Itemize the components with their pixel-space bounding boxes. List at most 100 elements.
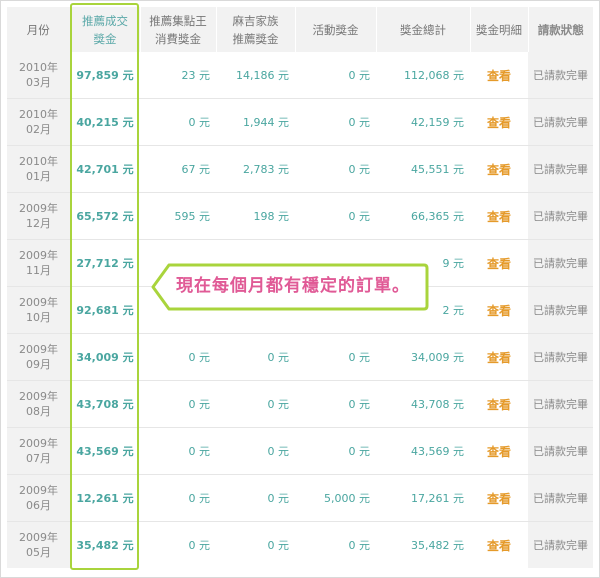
month-text: 03月 [26, 76, 51, 89]
year-text: 2010年 [19, 108, 58, 121]
family-bonus-cell: 14,186 元 [236, 69, 289, 82]
event-bonus-cell: 0 元 [348, 69, 371, 82]
referral-bonus-cell: 92,681 元 [70, 286, 140, 334]
col-header-referral-line1: 推薦成交 [82, 13, 128, 28]
view-detail-link[interactable]: 查看 [470, 333, 528, 381]
year-text: 2009年 [19, 296, 58, 309]
family-bonus-cell: 0 元 [216, 333, 295, 381]
view-detail-link[interactable]: 查看 [470, 239, 528, 287]
callout-text: 現在每個月都有穩定的訂單。 [176, 276, 410, 296]
family-bonus-cell: 0 元 [216, 474, 295, 522]
col-header-month: 月份 [7, 7, 70, 52]
points-bonus-cell: 0 元 [140, 98, 216, 146]
year-text: 2009年 [19, 202, 58, 215]
status-cell: 已請款完畢 [528, 192, 593, 240]
table-row: 2009年 07月 43,569 元 0 元 0 元 0 元 43,569 元 查… [7, 427, 593, 475]
referral-bonus-cell: 12,261 元 [70, 474, 140, 522]
annotation-callout: 現在每個月都有穩定的訂單。 [149, 259, 430, 315]
col-header-points-bonus: 推薦集點王 消費獎金 [139, 7, 216, 52]
month-text: 09月 [26, 358, 51, 371]
status-cell: 已請款完畢 [528, 333, 593, 381]
points-bonus-cell: 23 元 [181, 69, 211, 82]
month-text: 08月 [26, 405, 51, 418]
points-bonus-cell: 0 元 [140, 333, 216, 381]
month-cell: 2009年 12月 [7, 192, 70, 240]
month-text: 01月 [26, 170, 51, 183]
view-detail-link[interactable]: 查看 [470, 52, 528, 99]
view-detail-link[interactable]: 查看 [470, 427, 528, 475]
total-bonus-cell: 17,261 元 [376, 474, 470, 522]
view-detail-link[interactable]: 查看 [470, 474, 528, 522]
col-header-family-line1: 麻吉家族 [232, 13, 279, 28]
table-row: 2009年 05月 35,482 元 0 元 0 元 0 元 35,482 元 查… [7, 521, 593, 568]
referral-bonus-cell: 65,572 元 [70, 192, 140, 240]
status-cell: 已請款完畢 [528, 474, 593, 522]
event-bonus-cell: 0 元 [295, 380, 376, 428]
month-text: 07月 [26, 452, 51, 465]
points-bonus-cell: 0 元 [140, 521, 216, 568]
month-text: 10月 [26, 311, 51, 324]
col-header-detail: 獎金明細 [469, 7, 528, 52]
status-cell: 已請款完畢 [528, 380, 593, 428]
event-bonus-cell: 0 元 [295, 521, 376, 568]
year-text: 2010年 [19, 61, 58, 74]
col-header-status: 請款狀態 [527, 7, 593, 52]
total-bonus-cell: 34,009 元 [376, 333, 470, 381]
family-bonus-cell: 0 元 [216, 427, 295, 475]
event-bonus-cell: 0 元 [295, 98, 376, 146]
view-detail-link[interactable]: 查看 [470, 380, 528, 428]
family-bonus-cell: 1,944 元 [216, 98, 295, 146]
month-text: 05月 [26, 546, 51, 559]
referral-bonus-cell: 35,482 元 [70, 521, 140, 568]
event-bonus-cell: 0 元 [295, 427, 376, 475]
total-bonus-cell: 112,068 元 [404, 69, 464, 82]
month-cell: 2009年 08月 [7, 380, 70, 428]
col-header-total: 獎金總計 [375, 7, 470, 52]
view-detail-link[interactable]: 查看 [470, 98, 528, 146]
year-text: 2009年 [19, 531, 58, 544]
col-header-referral-line2: 獎金 [93, 31, 117, 46]
table-row: 2010年 01月 42,701 元 67 元 2,783 元 0 元 45,55… [7, 145, 593, 193]
month-cell: 2009年 09月 [7, 333, 70, 381]
month-cell: 2010年 03月 [7, 52, 70, 99]
table-row: 2009年 08月 43,708 元 0 元 0 元 0 元 43,708 元 查… [7, 380, 593, 428]
col-header-points-line2: 消費獎金 [155, 31, 201, 46]
points-bonus-cell: 0 元 [140, 474, 216, 522]
col-header-family-bonus: 麻吉家族 推薦獎金 [215, 7, 295, 52]
status-cell: 已請款完畢 [528, 521, 593, 568]
month-cell: 2009年 06月 [7, 474, 70, 522]
col-header-family-line2: 推薦獎金 [232, 31, 279, 46]
table-row: 2009年 12月 65,572 元 595 元 198 元 0 元 66,365… [7, 192, 593, 240]
referral-bonus-cell: 40,215 元 [70, 98, 140, 146]
month-cell: 2009年 07月 [7, 427, 70, 475]
month-cell: 2009年 10月 [7, 286, 70, 334]
year-text: 2009年 [19, 484, 58, 497]
referral-bonus-cell: 97,859 元 [76, 69, 134, 82]
col-header-event-bonus: 活動獎金 [294, 7, 376, 52]
event-bonus-cell: 0 元 [295, 192, 376, 240]
table-row: 2010年 02月 40,215 元 0 元 1,944 元 0 元 42,159… [7, 98, 593, 146]
table-header-row: 月份 推薦成交 獎金 推薦集點王 消費獎金 麻吉家族 推薦獎金 活動獎金 獎金總… [7, 7, 593, 52]
view-detail-link[interactable]: 查看 [470, 192, 528, 240]
referral-bonus-cell: 34,009 元 [70, 333, 140, 381]
month-cell: 2009年 11月 [7, 239, 70, 287]
table-row: 2009年 06月 12,261 元 0 元 0 元 5,000 元 17,261… [7, 474, 593, 522]
month-cell: 2010年 01月 [7, 145, 70, 193]
points-bonus-cell: 595 元 [140, 192, 216, 240]
col-header-referral-bonus: 推薦成交 獎金 [69, 7, 140, 52]
view-detail-link[interactable]: 查看 [470, 145, 528, 193]
view-detail-link[interactable]: 查看 [470, 521, 528, 568]
points-bonus-cell: 0 元 [140, 427, 216, 475]
referral-bonus-cell: 27,712 元 [70, 239, 140, 287]
points-bonus-cell: 0 元 [140, 380, 216, 428]
month-text: 12月 [26, 217, 51, 230]
total-bonus-cell: 43,569 元 [376, 427, 470, 475]
event-bonus-cell: 5,000 元 [295, 474, 376, 522]
referral-bonus-cell: 43,708 元 [70, 380, 140, 428]
month-cell: 2010年 02月 [7, 98, 70, 146]
family-bonus-cell: 198 元 [216, 192, 295, 240]
points-bonus-cell: 67 元 [140, 145, 216, 193]
status-cell: 已請款完畢 [528, 427, 593, 475]
col-header-points-line1: 推薦集點王 [149, 13, 207, 28]
view-detail-link[interactable]: 查看 [470, 286, 528, 334]
